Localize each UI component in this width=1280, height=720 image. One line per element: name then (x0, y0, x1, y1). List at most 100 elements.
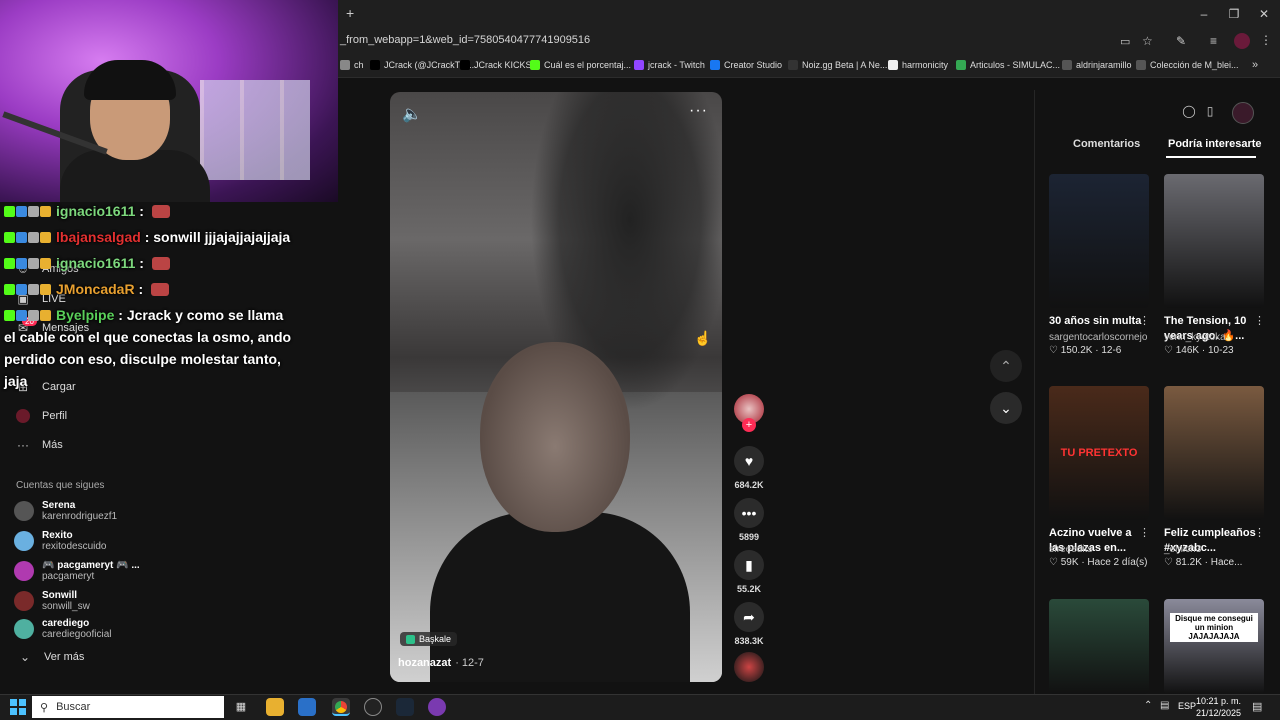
bookmark-item[interactable]: aldrinjaramillo (1062, 60, 1132, 70)
cast-icon[interactable]: ▭ (1120, 35, 1130, 48)
bookmark-item[interactable]: Noiz.gg Beta | A Ne... (788, 60, 887, 70)
comment-button[interactable]: ••• 5899 (734, 498, 764, 542)
chat-message: ignacio1611 : (4, 252, 294, 274)
network-icon[interactable]: ▤ (1160, 700, 1169, 711)
save-button[interactable]: ▮ 55.2K (734, 550, 764, 594)
see-more-button[interactable]: ⌄ Ver más (18, 650, 84, 664)
windows-start-button[interactable] (10, 699, 26, 715)
video-card-thumbnail[interactable] (1049, 599, 1149, 694)
file-explorer-icon[interactable] (266, 698, 284, 716)
playlist-icon[interactable]: ≡ (1210, 34, 1217, 48)
video-card-thumbnail[interactable] (1164, 174, 1264, 308)
tray-chevron-icon[interactable]: ⌃ (1144, 700, 1152, 711)
chat-username[interactable]: ignacio1611 (56, 255, 135, 271)
notifications-icon[interactable]: ▤ (1252, 700, 1262, 713)
chrome-icon[interactable] (332, 698, 350, 716)
like-button[interactable]: ♥ 684.2K (734, 446, 764, 490)
video-card-author[interactable]: sargentocarloscornejo (1049, 332, 1147, 343)
bookmark-item[interactable]: Cuál es el porcentaj... (530, 60, 631, 70)
chat-badge-icon (28, 258, 39, 269)
bookmark-item[interactable]: ch (340, 60, 364, 70)
input-language[interactable]: ESP (1178, 701, 1196, 711)
taskbar-search[interactable]: ⚲ Buscar (32, 696, 224, 718)
scroll-down-button[interactable]: ⌄ (990, 392, 1022, 424)
chat-text: sonwill jjjajajjajajjaja (153, 229, 291, 245)
chat-username[interactable]: lbajansalgad (56, 229, 141, 245)
follow-plus-icon[interactable]: + (742, 418, 756, 432)
bookmark-item[interactable]: harmonicity (888, 60, 948, 70)
video-card-author[interactable]: _elnich3 (1164, 544, 1201, 555)
video-options-icon[interactable]: ··· (689, 102, 708, 120)
video-card-thumbnail[interactable]: TU PRETEXTO (1049, 386, 1149, 520)
bookmark-item[interactable]: Articulos - SIMULAC... (956, 60, 1060, 70)
chat-message: ignacio1611 : (4, 200, 294, 222)
card-options-icon[interactable]: ⋮ (1254, 526, 1265, 539)
followed-account[interactable]: Sonwill sonwill_sw (14, 590, 90, 612)
app-icon[interactable] (428, 698, 446, 716)
nav-item-more[interactable]: ··· Más (16, 438, 63, 452)
tab-comments[interactable]: Comentarios (1073, 138, 1140, 150)
chat-message: lbajansalgad : sonwill jjjajajjajajjaja (4, 226, 294, 248)
bookmark-item[interactable]: Colección de M_blei... (1136, 60, 1239, 70)
maximize-icon[interactable]: ❐ (1226, 6, 1242, 22)
location-tag[interactable]: Başkale (400, 632, 458, 646)
chat-badge-icon (40, 310, 51, 321)
card-options-icon[interactable]: ⋮ (1139, 526, 1150, 539)
chat-username[interactable]: Byelpipe (56, 307, 114, 323)
card-options-icon[interactable]: ⋮ (1254, 314, 1265, 327)
profile-avatar[interactable] (1234, 33, 1250, 49)
bookmark-item[interactable]: JCrack KICKS (460, 60, 532, 70)
nav-item-profile[interactable]: Perfil (16, 409, 67, 423)
thumbnail-overlay-text: Disque me consegui un minion JAJAJAJAJA (1170, 613, 1258, 642)
bookmark-star-icon[interactable]: ☆ (1142, 34, 1153, 48)
chat-username[interactable]: JMoncadaR (56, 281, 135, 297)
video-player[interactable]: 🔈 ··· Başkale hozanazat · 12-7 (390, 92, 722, 682)
obs-icon[interactable] (364, 698, 382, 716)
share-button[interactable]: ➦ 838.3K (734, 602, 764, 646)
video-card-author[interactable]: sfreeedits (1049, 544, 1092, 555)
video-card-title[interactable]: 30 años sin multa (1049, 314, 1145, 329)
heart-outline-icon: ♡ (1164, 345, 1176, 356)
video-card-author[interactable]: venn_kyotoka (1164, 332, 1226, 343)
task-view-icon[interactable]: ▦ (232, 698, 250, 716)
bookmark-item[interactable]: Creator Studio (710, 60, 782, 70)
scroll-up-button[interactable]: ⌃ (990, 350, 1022, 382)
music-disc[interactable] (734, 652, 764, 682)
new-tab-button[interactable]: + (346, 5, 354, 21)
close-window-icon[interactable]: ✕ (1256, 6, 1272, 22)
followed-account[interactable]: carediego carediegooficial (14, 618, 112, 640)
followed-account[interactable]: Rexito rexitodescuido (14, 530, 106, 552)
url-input[interactable]: _from_webapp=1&web_id=758054047774190951… (340, 34, 590, 46)
minimize-icon[interactable]: – (1196, 6, 1212, 22)
phone-icon[interactable]: ▯ (1201, 104, 1219, 122)
chat-badge-icon (4, 310, 15, 321)
chat-badge-icon (4, 284, 15, 295)
followed-account[interactable]: Serena karenrodriguezf1 (14, 500, 117, 522)
more-bookmarks-button[interactable]: » (1252, 59, 1258, 71)
taskbar-clock[interactable]: 10:21 p. m. 21/12/2025 (1196, 695, 1241, 719)
followed-account[interactable]: 🎮 pacgameryt 🎮 ... pacgameryt (14, 560, 140, 582)
video-author[interactable]: hozanazat · 12-7 (398, 657, 484, 669)
extensions-icon[interactable]: ✎ (1176, 34, 1186, 48)
chat-emote-icon (151, 257, 170, 270)
video-card-thumbnail[interactable] (1049, 174, 1149, 308)
steam-icon[interactable] (396, 698, 414, 716)
outlook-icon[interactable] (298, 698, 316, 716)
bookmark-favicon-icon (888, 60, 898, 70)
bookmark-favicon-icon (530, 60, 540, 70)
volume-icon[interactable]: 🔈 (402, 104, 422, 124)
webcam-overlay (0, 0, 338, 202)
video-card-thumbnail[interactable] (1164, 386, 1264, 520)
video-date: · 12-7 (455, 657, 484, 669)
user-avatar[interactable] (1232, 102, 1254, 124)
heart-icon: ♥ (734, 446, 764, 476)
chevron-down-icon: ⌄ (1000, 400, 1012, 416)
browser-menu-icon[interactable]: ⋮ (1260, 33, 1272, 47)
chat-badge-icon (28, 232, 39, 243)
chat-username[interactable]: ignacio1611 (56, 203, 135, 219)
card-options-icon[interactable]: ⋮ (1139, 314, 1150, 327)
video-card-thumbnail[interactable]: Disque me consegui un minion JAJAJAJAJA (1164, 599, 1264, 694)
compass-icon[interactable]: ◯ (1180, 104, 1198, 122)
bookmark-item[interactable]: jcrack - Twitch (634, 60, 705, 70)
tab-recommended[interactable]: Podría interesarte (1168, 138, 1262, 150)
